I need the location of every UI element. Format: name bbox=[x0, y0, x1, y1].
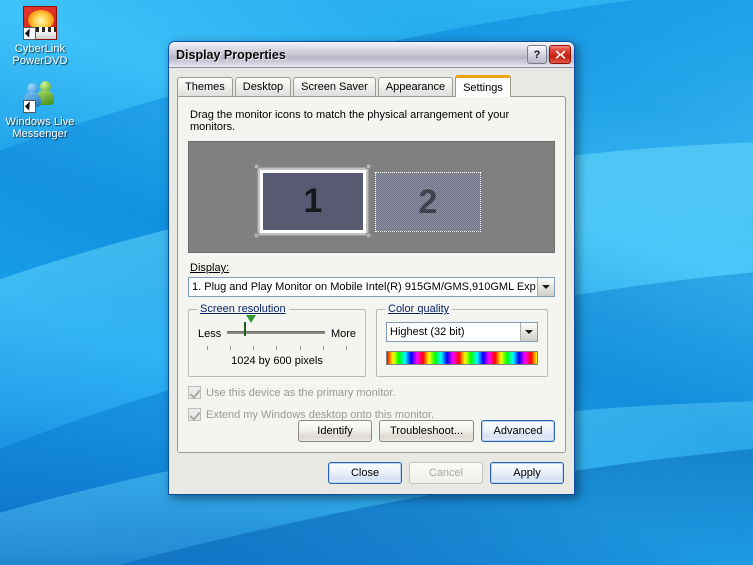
troubleshoot-button[interactable]: Troubleshoot... bbox=[379, 420, 474, 442]
slider-thumb[interactable] bbox=[243, 315, 256, 343]
chevron-down-icon[interactable] bbox=[537, 278, 554, 296]
desktop-icon-label: Windows Live Messenger bbox=[5, 116, 75, 140]
help-button[interactable]: ? bbox=[527, 45, 547, 64]
dialog-titlebar[interactable]: Display Properties ? bbox=[169, 42, 574, 68]
color-spectrum-strip bbox=[386, 351, 538, 365]
shortcut-arrow-icon bbox=[23, 27, 36, 40]
extend-desktop-checkbox[interactable] bbox=[188, 408, 201, 421]
slider-track bbox=[227, 331, 325, 334]
screen-resolution-group: Screen resolution Less More 1024 by 600 … bbox=[188, 303, 366, 377]
dialog-footer: Close Cancel Apply bbox=[169, 452, 574, 494]
display-dropdown[interactable]: 1. Plug and Play Monitor on Mobile Intel… bbox=[188, 277, 555, 297]
desktop-icon-windows-live-messenger[interactable]: Windows Live Messenger bbox=[3, 79, 77, 140]
monitor-resize-handle bbox=[366, 233, 371, 238]
display-dropdown-value: 1. Plug and Play Monitor on Mobile Intel… bbox=[192, 281, 536, 293]
monitor-arrangement-hint: Drag the monitor icons to match the phys… bbox=[190, 109, 510, 133]
monitor-arrangement-preview[interactable]: 1 2 bbox=[188, 141, 555, 253]
settings-groups-row: Screen resolution Less More 1024 by 600 … bbox=[188, 303, 555, 377]
powerdvd-disc-icon bbox=[23, 6, 57, 40]
tab-themes[interactable]: Themes bbox=[177, 77, 233, 96]
resolution-slider[interactable] bbox=[227, 315, 325, 346]
resolution-value: 1024 by 600 pixels bbox=[231, 355, 323, 367]
color-quality-dropdown[interactable]: Highest (32 bit) bbox=[386, 322, 538, 342]
tab-settings[interactable]: Settings bbox=[455, 75, 511, 97]
tab-strip: Themes Desktop Screen Saver Appearance S… bbox=[177, 74, 574, 97]
dialog-title: Display Properties bbox=[176, 47, 286, 62]
settings-action-buttons: Identify Troubleshoot... Advanced bbox=[298, 420, 555, 442]
shortcut-arrow-icon bbox=[23, 100, 36, 113]
advanced-button[interactable]: Advanced bbox=[481, 420, 555, 442]
slider-less-label: Less bbox=[198, 328, 222, 340]
settings-tab-panel: Drag the monitor icons to match the phys… bbox=[177, 96, 566, 453]
primary-monitor-checkbox[interactable] bbox=[188, 386, 201, 399]
tab-desktop[interactable]: Desktop bbox=[234, 77, 292, 96]
identify-button[interactable]: Identify bbox=[298, 420, 373, 442]
monitor-resize-handle bbox=[254, 164, 259, 169]
monitor-icon-1[interactable]: 1 bbox=[257, 167, 369, 236]
display-properties-dialog: Display Properties ? Themes Desktop Scre… bbox=[168, 41, 575, 495]
monitor-resize-handle bbox=[366, 164, 371, 169]
monitor-icon-2[interactable]: 2 bbox=[375, 172, 481, 232]
cancel-button: Cancel bbox=[409, 462, 483, 484]
desktop-background: CyberLink PowerDVD Windows Live Messenge… bbox=[0, 0, 753, 565]
close-icon[interactable] bbox=[549, 45, 571, 64]
screen-resolution-title: Screen resolution bbox=[197, 303, 289, 315]
primary-monitor-checkbox-row[interactable]: Use this device as the primary monitor. bbox=[188, 386, 555, 399]
close-button[interactable]: Close bbox=[328, 462, 402, 484]
desktop-icon-cyberlink-powerdvd[interactable]: CyberLink PowerDVD bbox=[3, 6, 77, 67]
primary-monitor-label: Use this device as the primary monitor. bbox=[206, 386, 396, 399]
display-label: Display: bbox=[190, 262, 230, 274]
tab-appearance[interactable]: Appearance bbox=[377, 77, 454, 96]
color-quality-group: Color quality Highest (32 bit) bbox=[376, 303, 548, 377]
apply-button[interactable]: Apply bbox=[490, 462, 564, 484]
resolution-slider-row: Less More bbox=[198, 315, 356, 346]
desktop-icon-label: CyberLink PowerDVD bbox=[12, 43, 68, 67]
tab-screen-saver[interactable]: Screen Saver bbox=[293, 77, 376, 96]
slider-more-label: More bbox=[330, 328, 356, 340]
chevron-down-icon[interactable] bbox=[520, 323, 537, 341]
slider-ticks bbox=[207, 346, 347, 351]
color-quality-title: Color quality bbox=[385, 303, 453, 315]
monitor-resize-handle bbox=[254, 233, 259, 238]
color-quality-value: Highest (32 bit) bbox=[390, 326, 465, 338]
extend-desktop-label: Extend my Windows desktop onto this moni… bbox=[206, 408, 435, 421]
messenger-people-icon bbox=[23, 79, 57, 113]
